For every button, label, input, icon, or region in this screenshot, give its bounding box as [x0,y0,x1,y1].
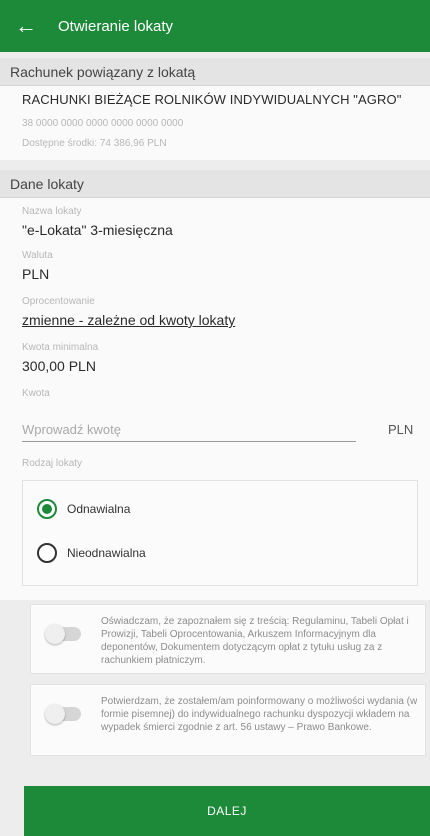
deposit-type-group: Odnawialna Nieodnawialna [22,480,418,586]
back-button[interactable]: ← [0,0,52,52]
consent-terms: Oświadczam, że zapoznałem się z treścią:… [30,604,426,674]
next-button[interactable]: DALEJ [24,786,430,836]
interest-label: Oprocentowanie [22,296,95,307]
consent-disposition-text: Potwierdzam, że zostałem/am poinformowan… [101,696,418,733]
radio-option-nonrenewable[interactable]: Nieodnawialna [37,543,146,563]
account-number: 38 0000 0000 0000 0000 0000 0000 [22,118,184,129]
deposit-type-label: Rodzaj lokaty [22,458,83,469]
section-header-deposit: Dane lokaty [0,170,430,198]
account-name: RACHUNKI BIEŻĄCE ROLNIKÓW INDYWIDUALNYCH… [22,92,402,107]
radio-option-renewable[interactable]: Odnawialna [37,499,130,519]
radio-label-renewable: Odnawialna [67,502,131,516]
amount-input[interactable] [22,418,356,442]
radio-unselected-icon[interactable] [37,543,57,563]
amount-label: Kwota [22,388,50,399]
interest-link[interactable]: zmienne - zależne od kwoty lokaty [22,312,235,328]
radio-selected-icon[interactable] [37,499,57,519]
currency-label: Waluta [22,250,53,261]
page-title: Otwieranie lokaty [58,17,174,35]
section-header-account: Rachunek powiązany z lokatą [0,58,430,86]
currency-value: PLN [22,266,50,282]
arrow-left-icon: ← [15,13,37,38]
consent-terms-toggle[interactable] [45,624,81,644]
deposit-name-label: Nazwa lokaty [22,206,82,217]
consent-disposition: Potwierdzam, że zostałem/am poinformowan… [30,684,426,756]
min-amount-label: Kwota minimalna [22,342,99,353]
consent-terms-text: Oświadczam, że zapoznałem się z treścią:… [101,616,409,666]
radio-label-nonrenewable: Nieodnawialna [67,546,146,560]
available-funds: Dostępne środki: 74 386,96 PLN [22,138,167,149]
min-amount-value: 300,00 PLN [22,358,96,374]
amount-currency: PLN [388,422,414,437]
app-header: ← Otwieranie lokaty [0,0,430,52]
consent-disposition-toggle[interactable] [45,704,81,724]
deposit-name-value: "e-Lokata" 3-miesięczna [22,222,173,238]
